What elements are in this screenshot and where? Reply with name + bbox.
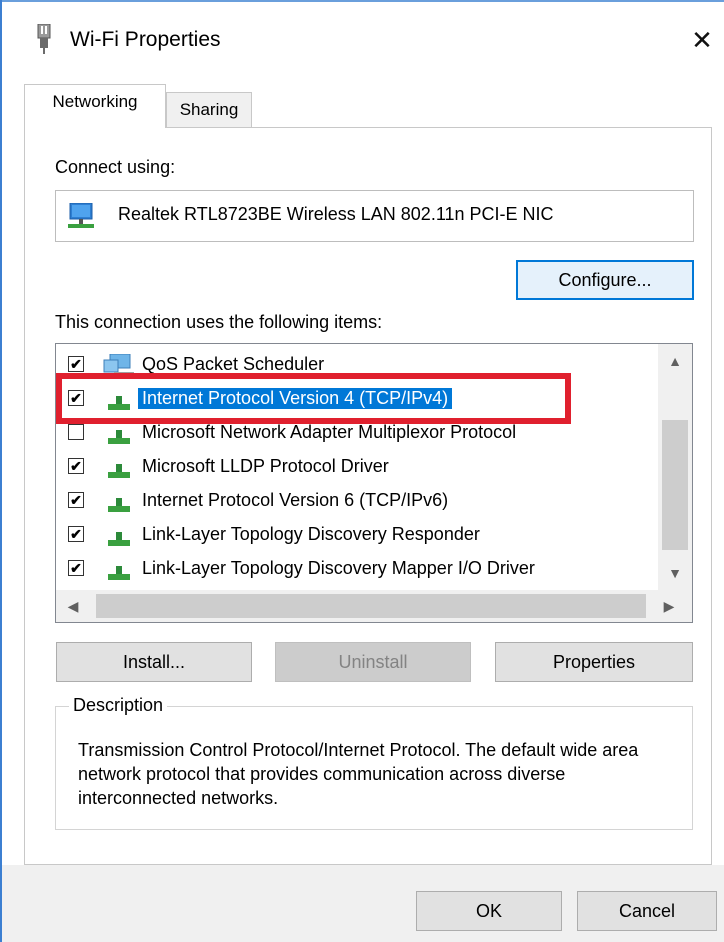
window-title: Wi-Fi Properties [70, 28, 221, 51]
item-label: Microsoft LLDP Protocol Driver [142, 456, 389, 476]
ok-button-label: OK [475, 901, 502, 921]
list-item[interactable]: ✔ QoS Packet Scheduler [56, 348, 656, 382]
list-item[interactable]: ✔ Microsoft LLDP Protocol Driver [56, 450, 656, 484]
item-checkbox[interactable]: ✔ [68, 390, 84, 406]
ok-button[interactable]: OK [416, 891, 562, 931]
list-item[interactable]: ✔ Link-Layer Topology Discovery Mapper I… [56, 552, 656, 586]
item-label: Internet Protocol Version 6 (TCP/IPv6) [142, 490, 449, 510]
network-protocol-icon [108, 566, 130, 580]
items-list[interactable]: ✔ QoS Packet Scheduler ✔ Internet Protoc… [55, 343, 693, 623]
configure-button[interactable]: Configure... [516, 260, 694, 300]
uninstall-button: Uninstall [275, 642, 471, 682]
item-checkbox[interactable] [68, 424, 84, 440]
item-checkbox[interactable]: ✔ [68, 356, 84, 372]
list-item[interactable]: Microsoft Network Adapter Multiplexor Pr… [56, 416, 656, 450]
chevron-down-icon[interactable]: ▼ [658, 556, 692, 590]
vertical-scrollbar[interactable]: ▲ ▼ [658, 344, 692, 590]
item-checkbox[interactable]: ✔ [68, 492, 84, 508]
close-icon[interactable]: ✕ [684, 20, 720, 60]
item-checkbox[interactable]: ✔ [68, 560, 84, 576]
network-protocol-icon [108, 464, 130, 478]
item-checkbox[interactable]: ✔ [68, 458, 84, 474]
chevron-up-icon[interactable]: ▲ [658, 344, 692, 378]
network-adapter-icon [37, 24, 51, 54]
network-protocol-icon [108, 430, 130, 444]
install-button[interactable]: Install... [56, 642, 252, 682]
network-adapter-monitor-icon [68, 203, 94, 228]
list-item[interactable]: ✔ Link-Layer Topology Discovery Responde… [56, 518, 656, 552]
uninstall-button-label: Uninstall [338, 652, 408, 672]
tab-networking[interactable]: Networking [24, 84, 166, 128]
configure-button-label: Configure... [558, 270, 652, 290]
title-bar[interactable]: Wi-Fi Properties ✕ [2, 2, 724, 82]
scheduler-icon [103, 354, 134, 376]
description-text: Transmission Control Protocol/Internet P… [78, 740, 639, 808]
items-label: This connection uses the following items… [55, 312, 383, 332]
scrollbar-thumb[interactable] [96, 594, 646, 618]
network-protocol-icon [108, 396, 130, 410]
horizontal-scrollbar[interactable]: ◀ ▶ [56, 590, 692, 622]
chevron-left-icon[interactable]: ◀ [56, 590, 90, 622]
tab-sharing[interactable]: Sharing [166, 92, 252, 128]
connect-using-label: Connect using: [55, 157, 176, 177]
item-label: Link-Layer Topology Discovery Responder [142, 524, 480, 544]
chevron-right-icon[interactable]: ▶ [652, 590, 686, 622]
adapter-field: Realtek RTL8723BE Wireless LAN 802.11n P… [55, 190, 694, 242]
description-title: Description [69, 695, 168, 716]
properties-button[interactable]: Properties [495, 642, 693, 682]
install-button-label: Install... [122, 652, 186, 672]
scrollbar-thumb[interactable] [662, 420, 688, 550]
item-label: Internet Protocol Version 4 (TCP/IPv4) [138, 388, 453, 409]
cancel-button[interactable]: Cancel [577, 891, 717, 931]
item-checkbox[interactable]: ✔ [68, 526, 84, 542]
item-label: Link-Layer Topology Discovery Mapper I/O… [142, 558, 535, 578]
list-item[interactable]: ✔ Internet Protocol Version 6 (TCP/IPv6) [56, 484, 656, 518]
window-border-left [0, 0, 2, 942]
network-protocol-icon [108, 532, 130, 546]
properties-button-label: Properties [552, 652, 636, 672]
network-protocol-icon [108, 498, 130, 512]
item-label: QoS Packet Scheduler [142, 354, 325, 374]
cancel-button-label: Cancel [618, 901, 676, 921]
item-label: Microsoft Network Adapter Multiplexor Pr… [142, 422, 517, 442]
list-item-selected[interactable]: ✔ Internet Protocol Version 4 (TCP/IPv4) [56, 382, 656, 416]
adapter-name: Realtek RTL8723BE Wireless LAN 802.11n P… [118, 204, 554, 224]
